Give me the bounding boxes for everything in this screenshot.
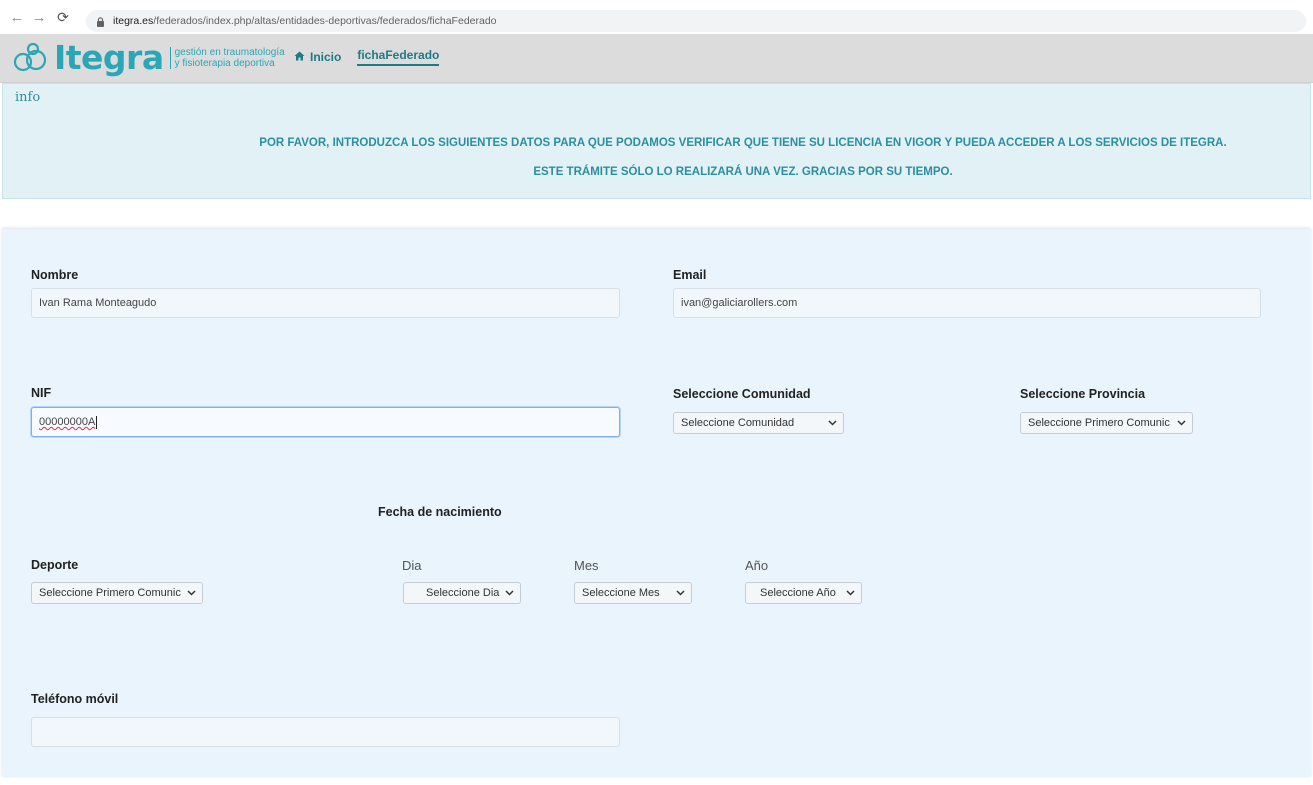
fecha-nacimiento-title: Fecha de nacimiento: [378, 505, 502, 519]
nif-input[interactable]: 00000000A: [31, 407, 620, 437]
provincia-selected: Seleccione Primero Comunic: [1028, 417, 1170, 429]
chevron-down-icon: [843, 590, 857, 596]
nombre-input[interactable]: [31, 288, 620, 318]
nif-value: 00000000A: [39, 416, 96, 428]
site-logo[interactable]: Itegra gestión en traumatología y fisiot…: [12, 38, 285, 78]
tagline-line-1: gestión en traumatología: [174, 47, 285, 58]
chevron-down-icon: [502, 590, 516, 596]
logo-tagline: gestión en traumatología y fisioterapia …: [169, 47, 285, 69]
header-nav: Inicio fichaFederado: [294, 48, 440, 66]
lock-icon[interactable]: [96, 16, 105, 27]
url-path: /federados/index.php/altas/entidades-dep…: [153, 15, 497, 27]
nav-home-label: Inicio: [310, 50, 342, 64]
text-caret: [96, 415, 98, 429]
mes-select[interactable]: Seleccione Mes: [574, 582, 692, 604]
back-arrow-icon[interactable]: ←: [6, 9, 28, 26]
federado-form: Nombre Email NIF 00000000A Seleccione Co…: [2, 229, 1311, 777]
url-host: itegra.es: [113, 15, 154, 27]
comunidad-label: Seleccione Comunidad: [673, 387, 811, 401]
chevron-down-icon: [673, 590, 687, 596]
provincia-select[interactable]: Seleccione Primero Comunic: [1020, 412, 1193, 434]
info-message: POR FAVOR, INTRODUZCA LOS SIGUIENTES DAT…: [3, 129, 1313, 187]
browser-toolbar: ← → ⟳ itegra.es/federados/index.php/alta…: [0, 0, 1313, 34]
anio-label: Año: [745, 558, 769, 573]
nav-ficha-federado-link[interactable]: fichaFederado: [357, 48, 440, 66]
telefono-input[interactable]: [31, 717, 620, 747]
chevron-down-icon: [825, 420, 839, 426]
dia-select[interactable]: Seleccione Dia: [403, 582, 521, 604]
logo-mark-icon: [12, 42, 48, 74]
comunidad-selected: Seleccione Comunidad: [681, 417, 795, 429]
info-message-line-1: POR FAVOR, INTRODUZCA LOS SIGUIENTES DAT…: [259, 137, 1227, 149]
provincia-label: Seleccione Provincia: [1020, 387, 1146, 401]
dia-selected: Seleccione Dia: [426, 587, 500, 599]
reload-icon[interactable]: ⟳: [52, 9, 74, 26]
comunidad-select[interactable]: Seleccione Comunidad: [673, 412, 844, 434]
site-header: Itegra gestión en traumatología y fisiot…: [0, 34, 1313, 83]
nif-label: NIF: [31, 386, 52, 400]
anio-selected: Seleccione Año: [760, 587, 836, 599]
chevron-down-icon: [184, 590, 198, 596]
email-label: Email: [673, 268, 707, 282]
info-panel: info POR FAVOR, INTRODUZCA LOS SIGUIENTE…: [2, 83, 1311, 199]
nav-home-link[interactable]: Inicio: [294, 50, 341, 64]
logo-wordmark: Itegra: [54, 38, 164, 77]
email-input[interactable]: [673, 288, 1261, 318]
mes-selected: Seleccione Mes: [582, 587, 660, 599]
deporte-select[interactable]: Seleccione Primero Comunic: [31, 582, 203, 604]
anio-select[interactable]: Seleccione Año: [745, 582, 862, 604]
deporte-label: Deporte: [31, 558, 79, 572]
tagline-line-2: y fisioterapia deportiva: [174, 58, 275, 69]
home-icon: [294, 50, 305, 64]
mes-label: Mes: [574, 558, 599, 573]
address-bar[interactable]: itegra.es/federados/index.php/altas/enti…: [86, 10, 1306, 32]
chevron-down-icon: [1174, 420, 1188, 426]
telefono-label: Teléfono móvil: [31, 692, 119, 706]
dia-label: Dia: [402, 558, 422, 573]
info-message-line-2: ESTE TRÁMITE SÓLO LO REALIZARÁ UNA VEZ. …: [533, 166, 953, 178]
deporte-selected: Seleccione Primero Comunic: [39, 587, 181, 599]
nombre-label: Nombre: [31, 268, 79, 282]
url-text[interactable]: itegra.es/federados/index.php/altas/enti…: [113, 15, 497, 27]
info-title: info: [15, 90, 41, 105]
forward-arrow-icon[interactable]: →: [28, 9, 50, 26]
